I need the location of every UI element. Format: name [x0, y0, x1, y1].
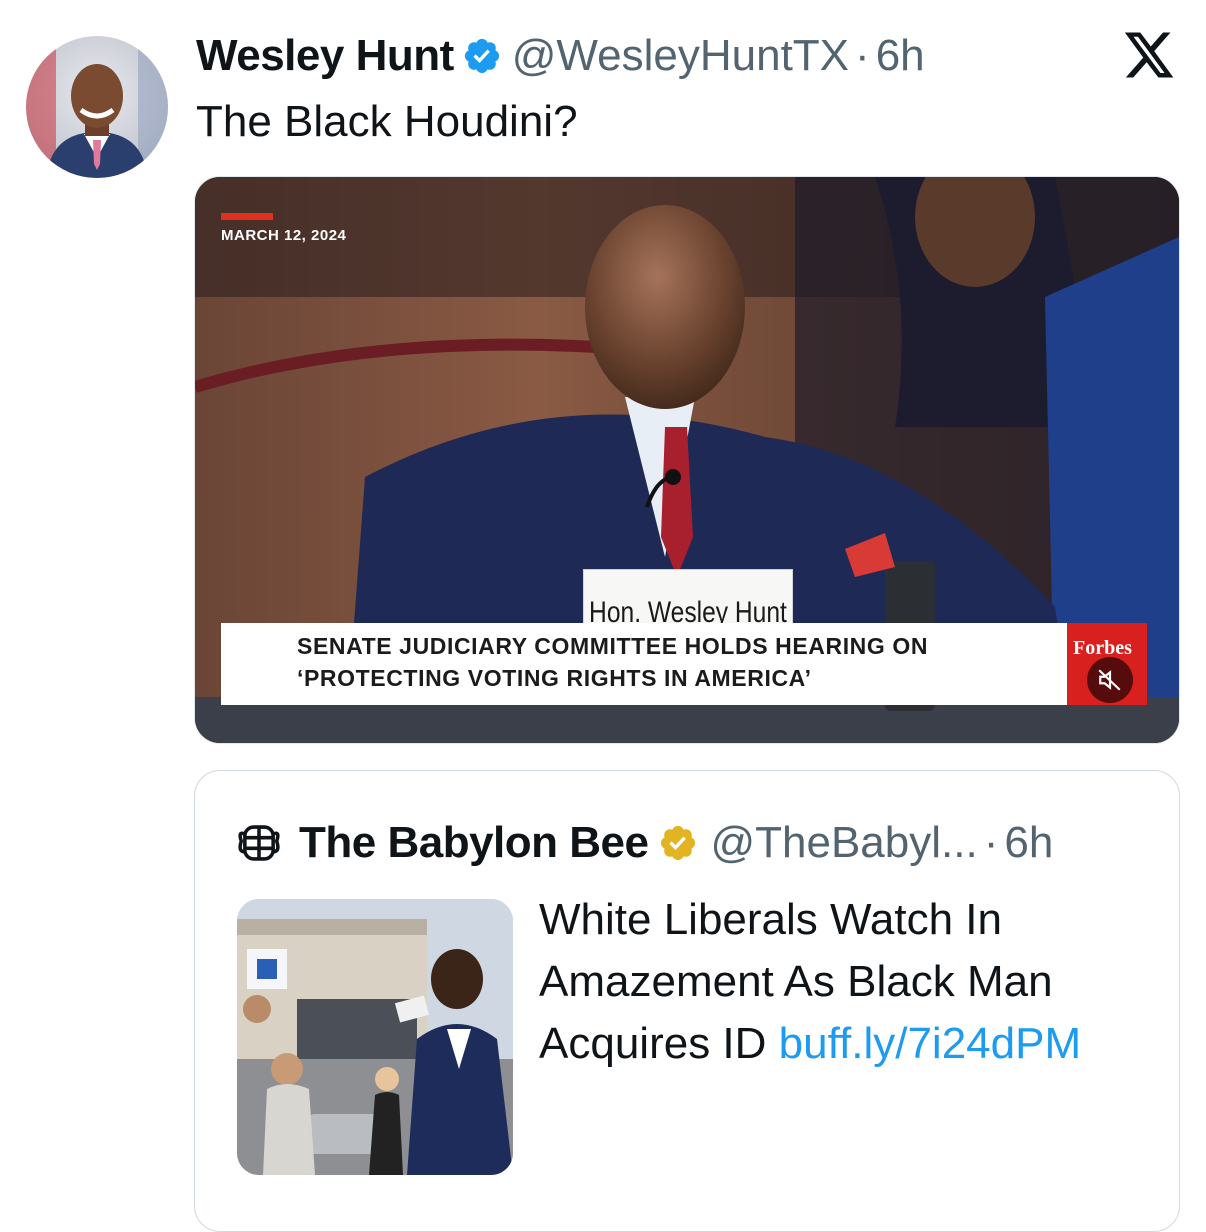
muted-speaker-icon [1098, 669, 1121, 691]
quoted-link[interactable]: buff.ly/7i24dPM [779, 1019, 1081, 1068]
quoted-post[interactable]: The Babylon Bee @TheBabyl... · 6h White … [194, 770, 1180, 1232]
author-name[interactable]: Wesley Hunt [196, 28, 454, 84]
quoted-thumbnail[interactable] [237, 899, 513, 1175]
avatar-portrait [26, 36, 168, 178]
date-accent-bar [221, 213, 273, 220]
quoted-handle[interactable]: @TheBabyl... [710, 815, 977, 871]
video-player[interactable]: MARCH 12, 2024 Hon. Wesley Hunt SENATE J… [194, 176, 1180, 744]
gold-verified-badge-icon[interactable] [658, 823, 698, 863]
verified-badge-icon[interactable] [462, 36, 502, 76]
headline-line-2: ‘PROTECTING VOTING RIGHTS IN AMERICA’ [297, 665, 812, 691]
video-date: MARCH 12, 2024 [221, 227, 347, 244]
post-text: The Black Houdini? [196, 97, 578, 146]
quoted-author-name[interactable]: The Babylon Bee [299, 815, 649, 871]
babylon-bee-logo-icon [238, 825, 280, 861]
mute-button[interactable] [1087, 657, 1133, 703]
x-logo-icon [1124, 32, 1174, 78]
quoted-separator-dot: · [983, 818, 999, 867]
quoted-text: White Liberals Watch In Amazement As Bla… [539, 889, 1139, 1075]
quoted-time[interactable]: 6h [1004, 815, 1053, 871]
author-handle[interactable]: @WesleyHuntTX [512, 28, 849, 84]
thumbnail-image [237, 899, 513, 1175]
separator-dot: · [855, 31, 870, 80]
author-avatar[interactable] [26, 36, 168, 178]
headline-line-1: SENATE JUDICIARY COMMITTEE HOLDS HEARING… [297, 633, 929, 659]
quoted-header: The Babylon Bee @TheBabyl... · 6h [237, 815, 1053, 871]
post-time[interactable]: 6h [876, 28, 925, 84]
forbes-wordmark: Forbes [1073, 637, 1132, 659]
post-header: Wesley Hunt @WesleyHuntTX · 6h [196, 28, 925, 84]
news-chyron: SENATE JUDICIARY COMMITTEE HOLDS HEARING… [221, 623, 1071, 705]
